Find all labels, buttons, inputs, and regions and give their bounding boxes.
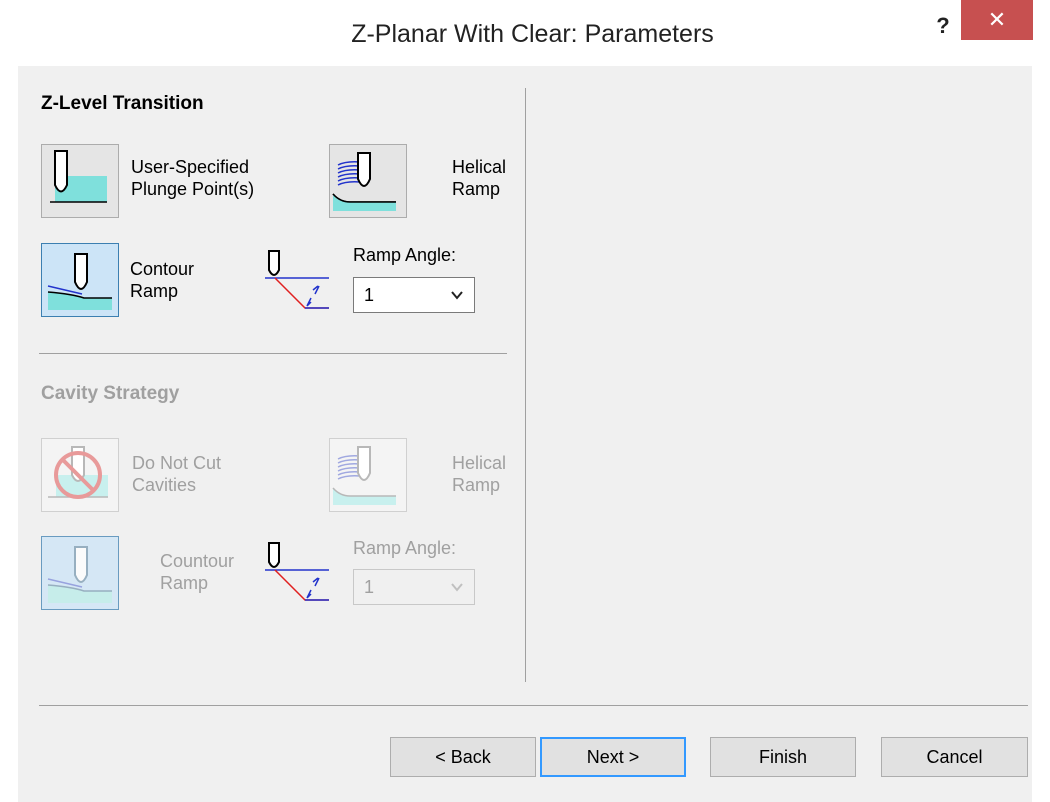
cavity-ramp-angle-diagram-icon [265,542,329,601]
window-title: Z-Planar With Clear: Parameters [351,20,714,48]
cavity-contour-line1: Countour [160,551,235,571]
cavity-helical-line2: Ramp [452,475,501,495]
chevron-down-icon [451,583,463,592]
cavity-helical-ramp-button[interactable] [329,438,407,512]
user-specified-line1: User-Specified [131,157,250,177]
ramp-angle-value: 1 [364,285,375,305]
cavity-strategy-heading: Cavity Strategy [41,383,180,404]
close-button[interactable]: ✕ [961,0,1033,40]
user-specified-plunge-button[interactable] [41,144,119,218]
title-bar: Z-Planar With Clear: Parameters ? ✕ [0,0,1050,66]
helical-ramp-line1: Helical [452,157,507,177]
cavity-helical-line1: Helical [452,453,507,473]
helical-ramp-line2: Ramp [452,179,501,199]
chevron-down-icon [451,291,463,300]
contour-ramp-label: Contour Ramp [130,258,194,302]
do-not-cut-cavities-button[interactable] [41,438,119,512]
no-cut-icon [48,446,108,499]
contour-ramp-line1: Contour [130,259,195,279]
cavity-ramp-angle-select[interactable]: 1 [353,569,475,605]
cavity-contour-ramp-button[interactable] [41,536,119,610]
helical-ramp-label: Helical Ramp [452,156,506,200]
do-not-cut-line2: Cavities [132,475,197,495]
next-button[interactable]: Next > [540,737,686,777]
section-divider [39,353,507,354]
ramp-angle-select[interactable]: 1 [353,277,475,313]
do-not-cut-label: Do Not Cut Cavities [132,452,221,496]
cavity-contour-ramp-icon [47,546,112,603]
contour-ramp-button[interactable] [41,243,119,317]
footer-divider [39,705,1028,706]
contour-ramp-line2: Ramp [130,281,179,301]
cavity-helical-ramp-icon [332,446,396,505]
finish-button[interactable]: Finish [710,737,856,777]
user-specified-line2: Plunge Point(s) [131,179,255,199]
vertical-divider [525,88,526,682]
plunge-point-icon [50,150,107,203]
cavity-ramp-angle-label: Ramp Angle: [353,538,457,558]
do-not-cut-line1: Do Not Cut [132,453,222,473]
ramp-angle-diagram-icon [265,250,329,309]
helical-ramp-icon [332,152,396,211]
helical-ramp-button[interactable] [329,144,407,218]
back-button[interactable]: < Back [390,737,536,777]
dialog-body: Z-Level Transition User-Specified Plunge… [18,66,1032,802]
cavity-contour-label: Countour Ramp [160,550,234,594]
cancel-button[interactable]: Cancel [881,737,1028,777]
z-level-transition-heading: Z-Level Transition [41,93,204,114]
cavity-helical-label: Helical Ramp [452,452,506,496]
user-specified-label: User-Specified Plunge Point(s) [131,156,254,200]
cavity-contour-line2: Ramp [160,573,209,593]
contour-ramp-icon [47,253,112,310]
help-button[interactable]: ? [928,8,958,44]
ramp-angle-label: Ramp Angle: [353,245,457,265]
cavity-ramp-angle-value: 1 [364,577,375,597]
